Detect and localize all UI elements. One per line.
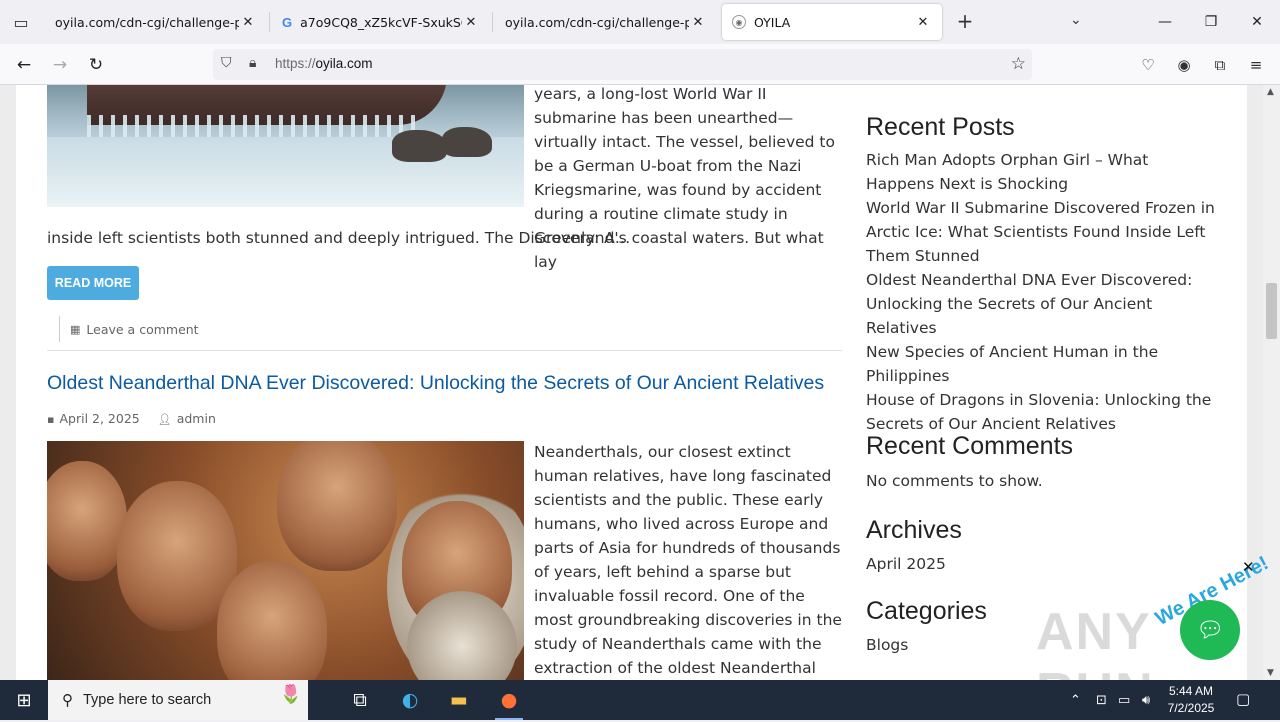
edge-icon[interactable]: ◐	[386, 680, 434, 720]
tray-chevron-icon[interactable]: ⌃	[1070, 680, 1081, 720]
recent-comments-title: Recent Comments	[866, 432, 1074, 460]
recent-post-link[interactable]: Rich Man Adopts Orphan Girl – What Happe…	[866, 148, 1216, 196]
clock[interactable]: 5:44 AM 7/2/2025	[1160, 683, 1222, 717]
search-placeholder: Type here to search	[83, 692, 212, 708]
tab-bar: ▭ oyila.com/cdn-cgi/challenge-platfor ✕ …	[0, 0, 1280, 44]
recent-posts-list: Rich Man Adopts Orphan Girl – What Happe…	[866, 148, 1216, 436]
close-icon[interactable]: ✕	[689, 15, 707, 30]
recent-post-link[interactable]: Oldest Neanderthal DNA Ever Discovered: …	[866, 268, 1216, 340]
recent-post-link[interactable]: New Species of Ancient Human in the Phil…	[866, 340, 1216, 388]
new-tab-icon[interactable]: +	[953, 10, 977, 34]
comment-icon: ▦	[70, 322, 81, 336]
url-bar[interactable]: ⛉ 🔒︎ https://oyila.com ☆	[213, 49, 1032, 80]
google-icon: G	[282, 14, 293, 30]
categories-title: Categories	[866, 597, 987, 625]
post-date-text: April 2, 2025	[59, 411, 140, 426]
shield-icon[interactable]: ⛉	[221, 55, 232, 71]
archive-link[interactable]: April 2025	[866, 552, 1216, 576]
tab-separator	[269, 12, 270, 32]
close-icon[interactable]: ✕	[462, 15, 480, 30]
tab-title: oyila.com/cdn-cgi/challenge-platfor	[55, 14, 239, 30]
tab-title: OYILA	[754, 14, 791, 30]
recent-post-link[interactable]: World War II Submarine Discovered Frozen…	[866, 196, 1216, 268]
tab-4-active[interactable]: ◉ OYILA ✕	[722, 4, 942, 40]
navigation-bar: ← → ↻ ⛉ 🔒︎ https://oyila.com ☆ ♡ ◉ ⧉ ≡	[0, 44, 1280, 85]
tab-list-icon[interactable]: ▭	[0, 0, 42, 44]
post-title[interactable]: Oldest Neanderthal DNA Ever Discovered: …	[47, 372, 824, 395]
calendar-icon: ▪	[47, 413, 55, 426]
menu-icon[interactable]: ≡	[1245, 54, 1267, 76]
url-protocol: https://	[275, 56, 316, 71]
search-decoration-icon: 🌷	[279, 684, 302, 704]
taskbar: ⊞ ⚲ Type here to search 🌷 ⧉ ◐ ▬ ● ⌃ ⊡ ▭ …	[0, 680, 1280, 720]
post-date[interactable]: ▪ April 2, 2025	[47, 411, 140, 426]
tab-1[interactable]: oyila.com/cdn-cgi/challenge-platfor ✕	[45, 4, 267, 40]
chat-close-icon[interactable]: ✕	[1242, 558, 1255, 576]
reload-icon[interactable]: ↻	[83, 52, 109, 78]
post-meta: ▪ April 2, 2025 👤︎ admin	[47, 411, 216, 426]
post-divider	[47, 350, 842, 351]
tab-title: a7o9CQ8_xZ5kcVF-SxukSCX0hs	[300, 14, 462, 30]
tab-2[interactable]: G a7o9CQ8_xZ5kcVF-SxukSCX0hs ✕	[272, 4, 490, 40]
bookmark-star-icon[interactable]: ☆	[1011, 54, 1026, 74]
clock-time: 5:44 AM	[1168, 684, 1214, 698]
page-scrollbar[interactable]: ▲ ▼	[1263, 85, 1280, 680]
recent-posts-title: Recent Posts	[866, 113, 1015, 141]
file-explorer-icon[interactable]: ▬	[435, 680, 483, 720]
clock-date: 7/2/2025	[1167, 701, 1215, 715]
scroll-up-icon[interactable]: ▲	[1267, 87, 1274, 97]
close-icon[interactable]: ✕	[239, 15, 257, 30]
leave-comment-link[interactable]: Leave a comment	[86, 322, 198, 337]
search-icon: ⚲	[62, 692, 73, 709]
page-viewport: years, a long-lost World War II submarin…	[0, 85, 1263, 680]
comment-meta: ▦ Leave a comment	[59, 316, 199, 342]
windows-start-icon[interactable]: ⊞	[0, 680, 48, 720]
minimize-icon[interactable]: —	[1142, 0, 1188, 44]
tab-separator	[492, 12, 493, 32]
lock-icon[interactable]: 🔒︎	[249, 55, 256, 71]
close-window-icon[interactable]: ✕	[1234, 0, 1280, 44]
chevron-down-icon[interactable]: ⌄	[1070, 12, 1082, 28]
pocket-icon[interactable]: ♡	[1137, 54, 1159, 76]
url-host: oyila.com	[315, 56, 373, 71]
volume-icon[interactable]: 🔊︎	[1142, 680, 1150, 720]
tray-device-icon[interactable]: ⊡	[1096, 680, 1107, 720]
neanderthal-post-image[interactable]	[47, 441, 524, 680]
oyila-favicon-icon: ◉	[732, 15, 746, 29]
post-author-text: admin	[176, 411, 216, 426]
tab-3[interactable]: oyila.com/cdn-cgi/challenge-platfor ✕	[495, 4, 717, 40]
firefox-icon[interactable]: ●	[485, 680, 533, 720]
read-more-button[interactable]: READ MORE	[47, 266, 139, 300]
network-icon[interactable]: ▭	[1118, 680, 1130, 720]
extensions-icon[interactable]: ⧉	[1209, 54, 1231, 76]
close-icon[interactable]: ✕	[914, 15, 932, 30]
no-comments-text: No comments to show.	[866, 472, 1043, 490]
forward-icon[interactable]: →	[47, 52, 73, 78]
submarine-post-image[interactable]	[47, 85, 524, 207]
tab-title: oyila.com/cdn-cgi/challenge-platfor	[505, 14, 689, 30]
notification-icon[interactable]: ▢	[1236, 690, 1258, 710]
post-excerpt: Neanderthals, our closest extinct human …	[534, 443, 842, 677]
recent-post-link[interactable]: House of Dragons in Slovenia: Unlocking …	[866, 388, 1216, 436]
account-icon[interactable]: ◉	[1173, 54, 1195, 76]
chat-widget-icon[interactable]: 💬︎	[1180, 600, 1240, 660]
task-view-icon[interactable]: ⧉	[336, 680, 384, 720]
user-icon: 👤︎	[157, 413, 172, 426]
url-text[interactable]: https://oyila.com	[275, 56, 373, 71]
post-author[interactable]: 👤︎ admin	[158, 411, 216, 426]
restore-icon[interactable]: ❐	[1188, 0, 1234, 44]
archives-title: Archives	[866, 516, 962, 544]
post-excerpt-tail: inside left scientists both stunned and …	[47, 229, 631, 247]
taskbar-search[interactable]: ⚲ Type here to search 🌷	[48, 680, 308, 720]
scroll-thumb[interactable]	[1266, 283, 1277, 339]
back-icon[interactable]: ←	[11, 52, 37, 78]
page-content: years, a long-lost World War II submarin…	[16, 85, 1247, 680]
